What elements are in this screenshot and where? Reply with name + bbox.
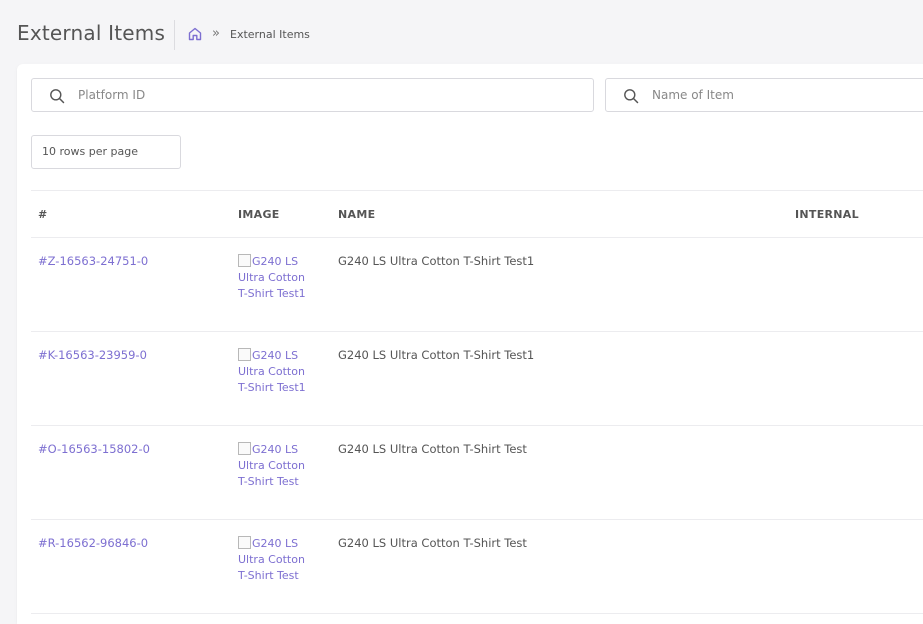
main-card: 10 rows per page # IMAGE NAME INTERNAL #… xyxy=(17,64,923,624)
external-items-table: # IMAGE NAME INTERNAL #Z-16563-24751-0 G… xyxy=(31,190,923,614)
table-row: #R-16562-96846-0 G240 LS Ultra Cotton T-… xyxy=(31,520,923,614)
item-id-link[interactable]: #O-16563-15802-0 xyxy=(38,442,150,456)
platform-id-search xyxy=(31,78,594,112)
page-title: External Items xyxy=(17,21,166,45)
item-id-link[interactable]: #Z-16563-24751-0 xyxy=(38,254,148,268)
item-name-input[interactable] xyxy=(652,79,923,111)
page-header: External Items » External Items xyxy=(0,0,923,64)
table-header: # IMAGE NAME INTERNAL xyxy=(31,190,923,238)
title-divider xyxy=(174,20,175,50)
column-header-name[interactable]: NAME xyxy=(338,208,375,221)
item-image[interactable]: G240 LS Ultra Cotton T-Shirt Test xyxy=(238,442,316,490)
broken-image-icon xyxy=(238,442,251,455)
table-row: #K-16563-23959-0 G240 LS Ultra Cotton T-… xyxy=(31,332,923,426)
table-row: #O-16563-15802-0 G240 LS Ultra Cotton T-… xyxy=(31,426,923,520)
item-image[interactable]: G240 LS Ultra Cotton T-Shirt Test1 xyxy=(238,254,316,302)
search-icon xyxy=(623,88,639,104)
breadcrumb-separator: » xyxy=(212,26,220,41)
search-icon xyxy=(49,88,65,104)
broken-image-icon xyxy=(238,536,251,549)
item-id-link[interactable]: #K-16563-23959-0 xyxy=(38,348,147,362)
item-name: G240 LS Ultra Cotton T-Shirt Test1 xyxy=(338,348,535,362)
item-id-link[interactable]: #R-16562-96846-0 xyxy=(38,536,148,550)
item-image[interactable]: G240 LS Ultra Cotton T-Shirt Test xyxy=(238,536,316,584)
column-header-internal[interactable]: INTERNAL xyxy=(795,208,859,221)
home-icon[interactable] xyxy=(187,26,203,42)
breadcrumb-current: External Items xyxy=(230,28,310,41)
item-name: G240 LS Ultra Cotton T-Shirt Test xyxy=(338,442,527,456)
column-header-number[interactable]: # xyxy=(38,208,48,221)
broken-image-icon xyxy=(238,348,251,361)
rows-per-page-select[interactable]: 10 rows per page xyxy=(31,135,181,169)
item-name-search xyxy=(605,78,923,112)
column-header-image[interactable]: IMAGE xyxy=(238,208,280,221)
item-name: G240 LS Ultra Cotton T-Shirt Test1 xyxy=(338,254,535,268)
item-image[interactable]: G240 LS Ultra Cotton T-Shirt Test1 xyxy=(238,348,316,396)
platform-id-input[interactable] xyxy=(78,79,583,111)
broken-image-icon xyxy=(238,254,251,267)
table-row: #Z-16563-24751-0 G240 LS Ultra Cotton T-… xyxy=(31,238,923,332)
item-name: G240 LS Ultra Cotton T-Shirt Test xyxy=(338,536,527,550)
